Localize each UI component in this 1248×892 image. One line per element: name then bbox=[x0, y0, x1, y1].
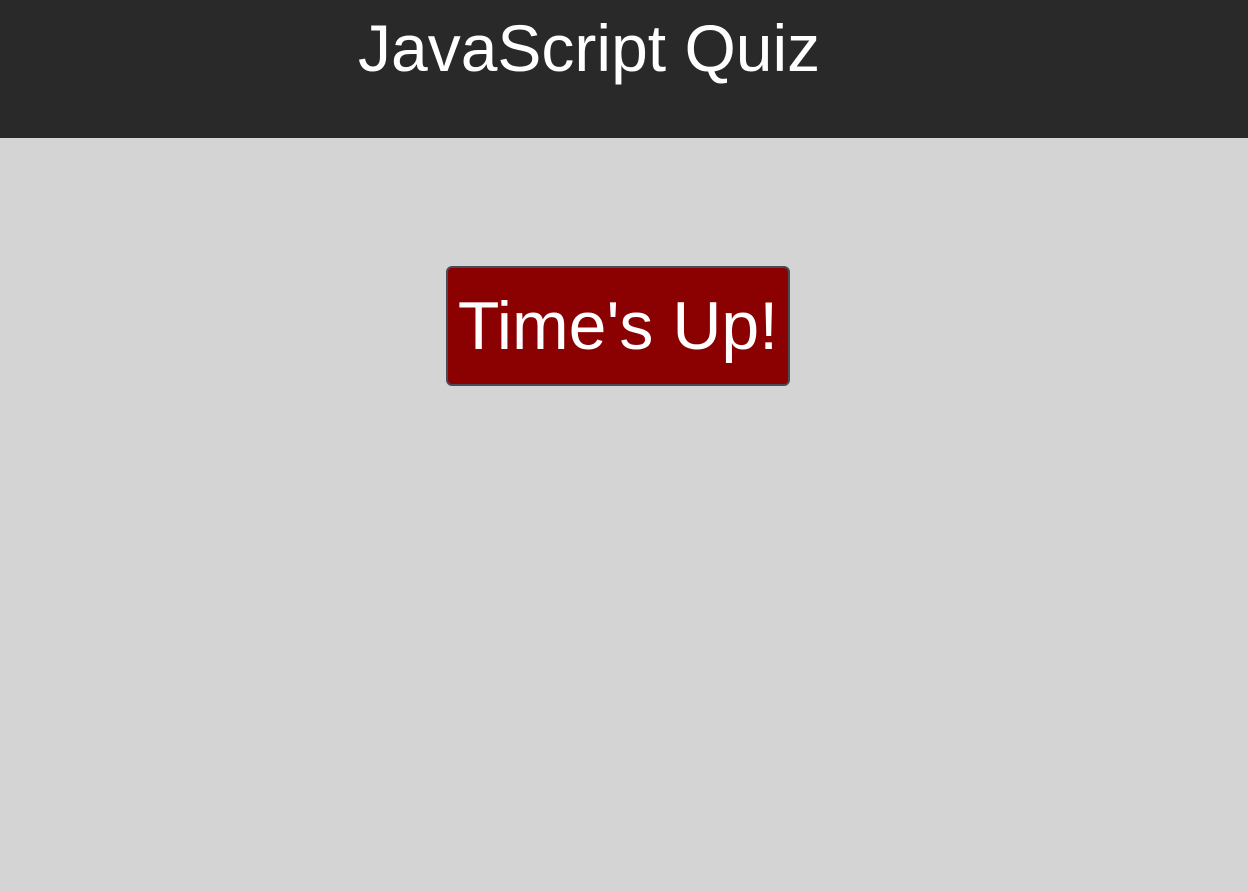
quiz-main-area: Time's Up! bbox=[0, 138, 1248, 892]
page-title: JavaScript Quiz bbox=[358, 11, 821, 85]
times-up-message: Time's Up! bbox=[457, 288, 779, 364]
times-up-banner: Time's Up! bbox=[446, 266, 790, 386]
page-header: JavaScript Quiz bbox=[0, 0, 1248, 138]
